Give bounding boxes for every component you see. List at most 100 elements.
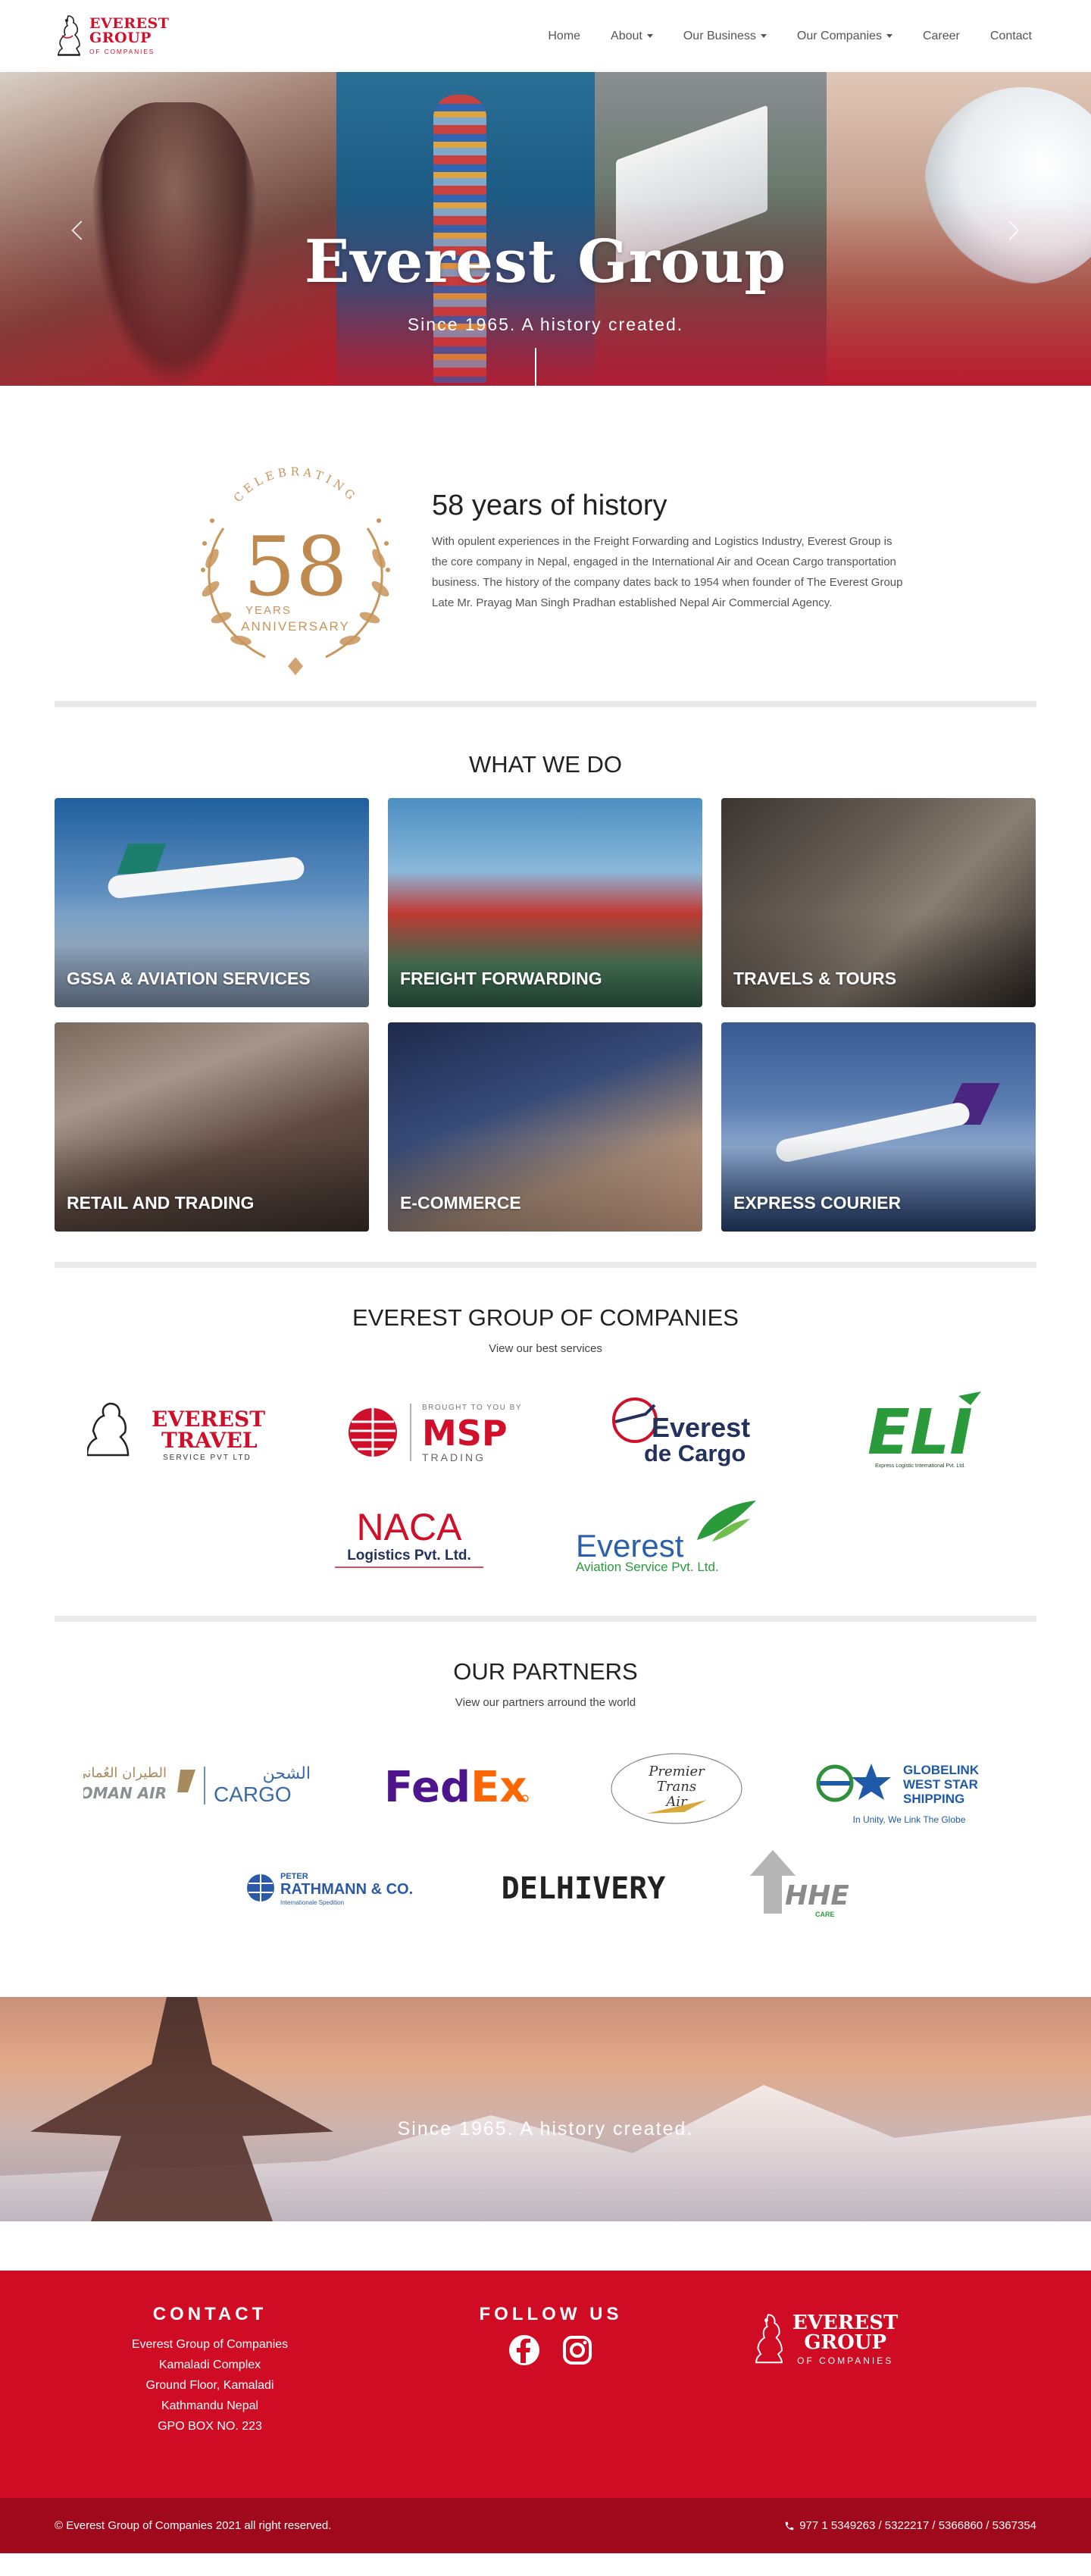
- nav-career[interactable]: Career: [908, 30, 975, 43]
- footer-logo-group: EVEREST GROUP OF COMPANIES: [752, 2310, 898, 2369]
- eli-sub-text: Express Logistic International Pvt. Ltd.: [875, 1463, 965, 1469]
- badge-anniversary: ANNIVERSARY: [241, 619, 350, 634]
- hero-subtitle: Since 1965. A history created.: [407, 315, 684, 334]
- footer-logo-line-2: GROUP: [804, 2331, 887, 2354]
- logo-oman-air-cargo[interactable]: الطيران العُماني OMAN AIR الشحن CARGO: [83, 1747, 318, 1830]
- history-section: CELEBRATING 58 YEARS ANNIVERSARY 58 year…: [0, 386, 1091, 701]
- partner-logos-row-1: الطيران العُماني OMAN AIR الشحن CARGO Fe…: [55, 1747, 1036, 1830]
- footer-contact-title: CONTACT: [152, 2304, 267, 2324]
- logo-everest-travel[interactable]: EVEREST TRAVEL SERVICE PVT LTD: [87, 1388, 277, 1472]
- hhe-sub: CARE: [815, 1911, 835, 1918]
- logo-everest-de-cargo[interactable]: Everest de Cargo: [605, 1388, 786, 1472]
- oman-logo-icon: [177, 1770, 196, 1792]
- logo-globelink[interactable]: GLOBELINK WEST STAR SHIPPING In Unity, W…: [811, 1747, 1008, 1830]
- logo-eli[interactable]: ELI Express Logistic International Pvt. …: [852, 1388, 1004, 1472]
- footer-contact-line: GPO BOX NO. 223: [158, 2420, 262, 2433]
- hanuman-logo-icon: [755, 2314, 783, 2364]
- logo-naca[interactable]: NACA Logistics Pvt. Ltd.: [326, 1495, 492, 1578]
- hanuman-logo-icon: [58, 14, 80, 56]
- nav-contact[interactable]: Contact: [975, 30, 1036, 43]
- nav-our-business[interactable]: Our Business: [668, 30, 782, 43]
- nav-our-companies[interactable]: Our Companies: [782, 30, 908, 43]
- globelink-line-1: GLOBELINK: [903, 1763, 980, 1777]
- nav-home-label: Home: [548, 29, 581, 42]
- footer-contact-line: Kamaladi Complex: [158, 2358, 261, 2371]
- logo-fedex[interactable]: FedEx: [377, 1747, 543, 1830]
- scroll-indicator: [535, 348, 536, 386]
- naca-big-text: NACA: [357, 1506, 463, 1548]
- service-card-retail[interactable]: RETAIL AND TRADING: [55, 1022, 369, 1232]
- what-we-do-title: WHAT WE DO: [468, 751, 623, 778]
- nav-home[interactable]: Home: [533, 30, 596, 43]
- banner-text: Since 1965. A history created.: [397, 2118, 694, 2139]
- logo-everest-aviation[interactable]: Everest Aviation Service Pvt. Ltd.: [568, 1495, 765, 1578]
- companies-subtitle: View our best services: [489, 1342, 602, 1355]
- company-logos-row-1: EVEREST TRAVEL SERVICE PVT LTD BROUGHT T…: [55, 1388, 1036, 1472]
- footer-contact-line: Ground Floor, Kamaladi: [145, 2379, 274, 2392]
- hero-title: Everest Group: [304, 227, 787, 296]
- service-card-freight[interactable]: FREIGHT FORWARDING: [388, 798, 702, 1007]
- mountain-banner: Since 1965. A history created.: [0, 1997, 1091, 2221]
- services-grid: GSSA & AVIATION SERVICES FREIGHT FORWARD…: [55, 798, 1036, 1232]
- rathmann-small: PETER: [280, 1872, 308, 1881]
- site-logo[interactable]: EVEREST GROUP OF COMPANIES: [55, 13, 169, 60]
- footer-bottom-bar: © Everest Group of Companies 2021 all ri…: [0, 2498, 1091, 2553]
- footer-logo[interactable]: EVEREST GROUP OF COMPANIES: [752, 2271, 898, 2498]
- footer-contact-line: Kathmandu Nepal: [161, 2399, 259, 2412]
- premier-line-1: Premier: [649, 1764, 706, 1779]
- logo-line-2: GROUP: [89, 30, 152, 46]
- oman-arabic-2: الشحن: [263, 1764, 311, 1783]
- globelink-tagline: In Unity, We Link The Globe: [852, 1814, 965, 1825]
- cargo-logo-line-1: Everest: [652, 1412, 750, 1443]
- top-navbar: EVEREST GROUP OF COMPANIES Home About Ou…: [0, 0, 1091, 72]
- logo-hhe-care[interactable]: HHE CARE: [742, 1845, 849, 1929]
- main-menu: Home About Our Business Our Companies Ca…: [533, 30, 1036, 43]
- travel-logo-line-2: TRAVEL: [161, 1428, 258, 1453]
- logo-msp-trading[interactable]: BROUGHT TO YOU BY MSP TRADING: [342, 1388, 539, 1472]
- hero-content: Everest Group Since 1965. A history crea…: [0, 233, 1091, 335]
- nav-our-business-label: Our Business: [683, 29, 756, 42]
- msp-big-text: MSP: [422, 1413, 508, 1454]
- caret-down-icon: [760, 34, 767, 38]
- service-card-ecommerce[interactable]: E-COMMERCE: [388, 1022, 702, 1232]
- oman-en-1: OMAN AIR: [83, 1784, 167, 1802]
- history-title: 58 years of history: [432, 489, 667, 521]
- service-card-label: TRAVELS & TOURS: [733, 969, 897, 988]
- logo-line-3: OF COMPANIES: [89, 48, 155, 55]
- badge-years: YEARS: [245, 604, 292, 617]
- partners-subtitle: View our partners arround the world: [455, 1696, 636, 1709]
- logo-peter-rathmann[interactable]: PETER RATHMANN & CO. Internationale Sped…: [242, 1845, 424, 1929]
- facebook-icon[interactable]: [508, 2334, 540, 2370]
- hero-slider: Everest Group Since 1965. A history crea…: [0, 72, 1091, 386]
- footer-follow: FOLLOW US: [395, 2271, 706, 2498]
- hhe-text: HHE: [785, 1880, 849, 1911]
- nav-our-companies-label: Our Companies: [796, 29, 882, 42]
- oman-en-2: CARGO: [214, 1783, 292, 1806]
- history-body: With opulent experiences in the Freight …: [432, 534, 903, 609]
- service-card-gssa[interactable]: GSSA & AVIATION SERVICES: [55, 798, 369, 1007]
- aviation-big-text: Everest: [576, 1528, 684, 1563]
- phone-numbers: 977 1 5349263 / 5322217 / 5366860 / 5367…: [799, 2519, 1036, 2532]
- premier-line-2: Trans: [657, 1779, 696, 1795]
- service-card-travels[interactable]: TRAVELS & TOURS: [721, 798, 1036, 1007]
- footer-contact: CONTACT Everest Group of Companies Kamal…: [55, 2271, 365, 2498]
- company-logos-row-2: NACA Logistics Pvt. Ltd. Everest Aviatio…: [55, 1495, 1036, 1578]
- logo-delhivery[interactable]: DELHIVERY: [492, 1845, 674, 1929]
- cargo-logo-line-2: de Cargo: [644, 1440, 746, 1466]
- footer-logo-line-3: OF COMPANIES: [797, 2355, 894, 2366]
- caret-down-icon: [646, 34, 653, 38]
- instagram-icon[interactable]: [561, 2334, 593, 2370]
- globelink-line-2: WEST STAR: [903, 1777, 978, 1792]
- nav-about[interactable]: About: [596, 30, 668, 43]
- badge-arc-text: CELEBRATING: [231, 465, 356, 505]
- service-card-label: FREIGHT FORWARDING: [400, 969, 602, 988]
- logo-premier-trans-air[interactable]: Premier Trans Air: [601, 1747, 752, 1830]
- section-divider: [55, 1262, 1036, 1268]
- fedex-fed: FedEx: [384, 1763, 527, 1812]
- svg-text:CELEBRATING: CELEBRATING: [231, 465, 360, 505]
- copyright-text: © Everest Group of Companies 2021 all ri…: [55, 2519, 332, 2532]
- service-card-courier[interactable]: EXPRESS COURIER: [721, 1022, 1036, 1232]
- what-we-do-section: WHAT WE DO GSSA & AVIATION SERVICES FREI…: [0, 707, 1091, 1262]
- eli-big-text: ELI: [867, 1397, 973, 1469]
- rathmann-big: RATHMANN & CO.: [280, 1881, 413, 1898]
